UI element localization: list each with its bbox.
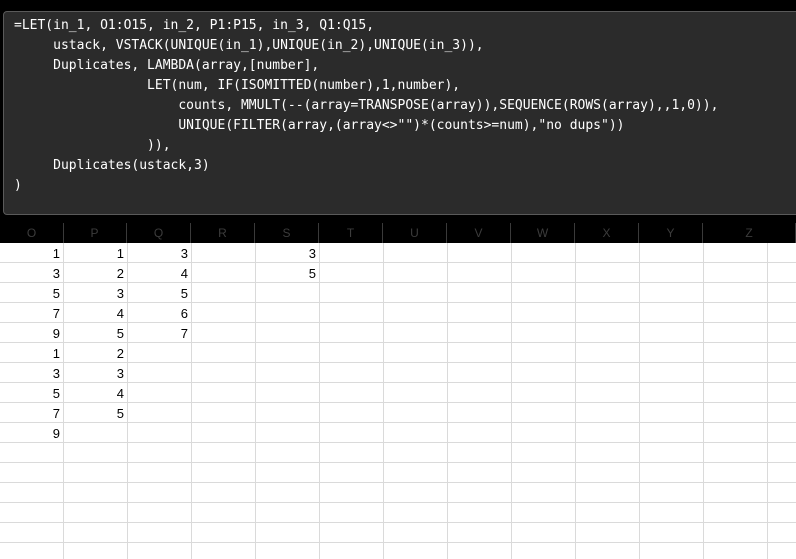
formula-line: counts, MMULT(--(array=TRANSPOSE(array))…: [14, 98, 719, 113]
cell-q5[interactable]: 7: [128, 324, 188, 344]
column-header-v[interactable]: V: [447, 223, 511, 243]
cell-o10[interactable]: 9: [0, 424, 60, 444]
column-headers: OPQRSTUVWXYZ: [0, 223, 796, 243]
formula-line: LET(num, IF(ISOMITTED(number),1,number),: [14, 78, 461, 93]
cell-p2[interactable]: 2: [64, 264, 124, 284]
cell-o6[interactable]: 1: [0, 344, 60, 364]
column-header-u[interactable]: U: [383, 223, 447, 243]
cell-o7[interactable]: 3: [0, 364, 60, 384]
cell-s2[interactable]: 5: [256, 264, 316, 284]
cell-q2[interactable]: 4: [128, 264, 188, 284]
cell-q3[interactable]: 5: [128, 284, 188, 304]
formula-bar: =LET(in_1, O1:O15, in_2, P1:P15, in_3, Q…: [0, 0, 796, 243]
cell-p8[interactable]: 4: [64, 384, 124, 404]
column-header-p[interactable]: P: [63, 223, 127, 243]
spreadsheet-grid[interactable]: 13579135791234523453456735: [0, 243, 796, 559]
formula-line: )),: [14, 138, 171, 153]
cell-o8[interactable]: 5: [0, 384, 60, 404]
cell-p5[interactable]: 5: [64, 324, 124, 344]
cell-p3[interactable]: 3: [64, 284, 124, 304]
formula-line: =LET(in_1, O1:O15, in_2, P1:P15, in_3, Q…: [14, 18, 375, 33]
formula-line: Duplicates, LAMBDA(array,[number],: [14, 58, 320, 73]
column-header-t[interactable]: T: [319, 223, 383, 243]
cell-o3[interactable]: 5: [0, 284, 60, 304]
column-header-x[interactable]: X: [575, 223, 639, 243]
column-header-y[interactable]: Y: [639, 223, 703, 243]
formula-line: ): [14, 178, 22, 193]
column-header-r[interactable]: R: [191, 223, 255, 243]
column-header-s[interactable]: S: [255, 223, 319, 243]
cell-q4[interactable]: 6: [128, 304, 188, 324]
cell-o4[interactable]: 7: [0, 304, 60, 324]
column-header-w[interactable]: W: [511, 223, 575, 243]
cell-p9[interactable]: 5: [64, 404, 124, 424]
column-header-z[interactable]: Z: [703, 223, 796, 243]
cell-q1[interactable]: 3: [128, 244, 188, 264]
cell-o5[interactable]: 9: [0, 324, 60, 344]
cell-o1[interactable]: 1: [0, 244, 60, 264]
cell-o2[interactable]: 3: [0, 264, 60, 284]
cell-o9[interactable]: 7: [0, 404, 60, 424]
formula-line: Duplicates(ustack,3): [14, 158, 210, 173]
column-header-q[interactable]: Q: [127, 223, 191, 243]
cell-p1[interactable]: 1: [64, 244, 124, 264]
formula-editor[interactable]: =LET(in_1, O1:O15, in_2, P1:P15, in_3, Q…: [3, 11, 796, 215]
column-header-o[interactable]: O: [0, 223, 64, 243]
formula-text[interactable]: =LET(in_1, O1:O15, in_2, P1:P15, in_3, Q…: [14, 16, 718, 196]
formula-line: ustack, VSTACK(UNIQUE(in_1),UNIQUE(in_2)…: [14, 38, 484, 53]
cell-s1[interactable]: 3: [256, 244, 316, 264]
cell-p7[interactable]: 3: [64, 364, 124, 384]
cell-p6[interactable]: 2: [64, 344, 124, 364]
formula-line: UNIQUE(FILTER(array,(array<>"")*(counts>…: [14, 118, 625, 133]
cell-p4[interactable]: 4: [64, 304, 124, 324]
